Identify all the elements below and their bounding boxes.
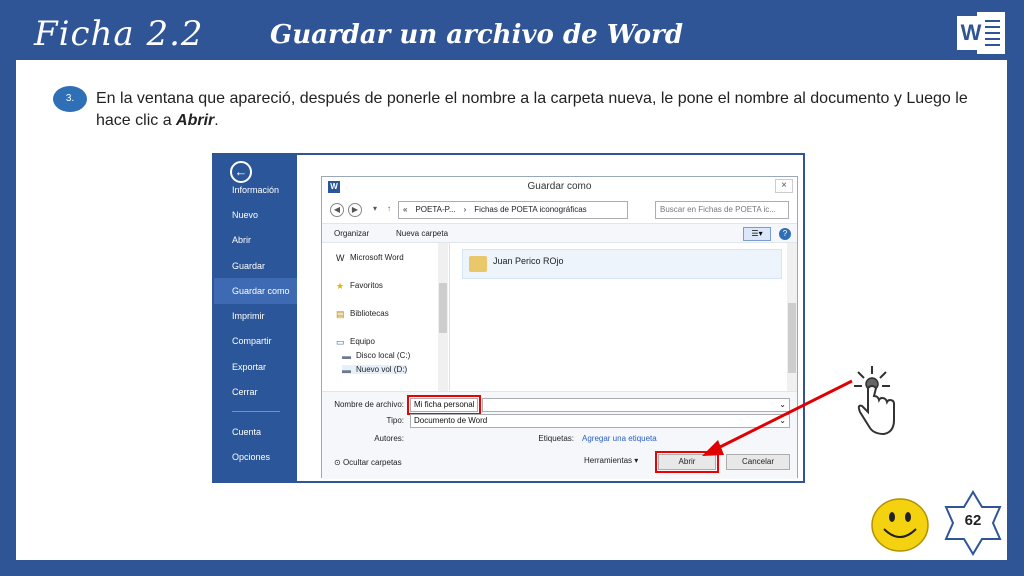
backstage-item-cuenta[interactable]: Cuenta	[214, 419, 297, 445]
dialog-title: Guardar como	[527, 181, 592, 192]
tree-item-equipo[interactable]: ▭ Equipo	[336, 337, 375, 347]
type-value: Documento de Word	[414, 416, 488, 425]
tags-label: Etiquetas:	[538, 434, 574, 443]
type-label: Tipo:	[386, 416, 405, 425]
navigation-pane: W Microsoft Word ★ Favoritos ▤ Bibliotecas …	[322, 243, 450, 391]
page-number: 62	[964, 512, 982, 529]
tree-label: Disco local (C:)	[356, 351, 411, 360]
backstage-item-compartir[interactable]: Compartir	[214, 328, 297, 354]
backstage-item-opciones[interactable]: Opciones	[214, 444, 297, 470]
backstage-item-guardar[interactable]: Guardar	[214, 253, 297, 279]
cancel-button[interactable]: Cancelar	[726, 454, 790, 470]
type-select[interactable]: Documento de Word ⌄	[410, 414, 790, 428]
tree-item-bibliotecas[interactable]: ▤ Bibliotecas	[336, 309, 389, 319]
tree-label: Microsoft Word	[350, 253, 404, 262]
chevron-down-icon: ▾	[632, 456, 639, 465]
backstage-item-guardar-como[interactable]: Guardar como	[214, 278, 297, 304]
tree-label: Favoritos	[350, 281, 383, 290]
tree-item-microsoft-word[interactable]: W Microsoft Word	[336, 253, 404, 263]
word-logo-letter: W	[957, 16, 985, 50]
address-part-1[interactable]: POETA-P...	[415, 205, 455, 214]
hand-pointer-icon	[854, 366, 895, 436]
computer-icon: ▭	[336, 337, 345, 347]
address-separator: ›	[463, 205, 467, 214]
filename-label: Nombre de archivo:	[334, 400, 404, 409]
tree-item-favoritos[interactable]: ★ Favoritos	[336, 281, 383, 291]
dialog-toolbar: Organizar Nueva carpeta ☰▾ ?	[322, 223, 797, 243]
folder-icon	[469, 256, 487, 272]
library-icon: ▤	[336, 309, 345, 319]
star-icon: ★	[336, 281, 345, 291]
backstage-item-imprimir[interactable]: Imprimir	[214, 303, 297, 329]
tools-label: Herramientas	[584, 456, 633, 465]
instruction-emphasis: Abrir	[176, 112, 215, 129]
save-form: Nombre de archivo: Mi ficha personal ⌄ T…	[322, 391, 797, 479]
search-input[interactable]: Buscar en Fichas de POETA ic...	[655, 201, 789, 219]
open-button[interactable]: Abrir	[655, 451, 719, 473]
hide-folders-label: Ocultar carpetas	[342, 458, 402, 467]
organize-button[interactable]: Organizar	[334, 224, 369, 244]
word-small-icon: W	[336, 253, 345, 263]
file-list-scroll-thumb[interactable]	[788, 303, 796, 373]
instruction-text-after: .	[214, 112, 219, 129]
collapse-icon: ⊙	[334, 458, 343, 467]
drive-icon: ▬	[342, 351, 351, 361]
list-item[interactable]: Juan Perico ROjo	[462, 249, 782, 279]
backstage-item-informacion[interactable]: Información	[214, 177, 297, 203]
save-as-dialog: W Guardar como × ◀ ▶ ▾ ↑ « POETA-P... › Fic…	[321, 176, 798, 479]
back-icon[interactable]: ◀	[330, 203, 344, 217]
recent-dropdown-icon[interactable]: ▾	[368, 203, 382, 217]
step-number-badge: 3.	[53, 86, 87, 112]
view-options-icon[interactable]: ☰▾	[743, 227, 771, 241]
help-icon[interactable]: ?	[779, 228, 791, 240]
file-list: Juan Perico ROjo	[452, 243, 797, 391]
chevron-down-icon: ⌄	[779, 416, 786, 425]
instruction-text-before: En la ventana que apareció, después de p…	[96, 90, 968, 129]
up-arrow-icon[interactable]: ↑	[382, 203, 396, 217]
slide-content: 3. En la ventana que apareció, después d…	[16, 60, 1007, 560]
backstage-sidebar: ← Información Nuevo Abrir Guardar Guarda…	[214, 155, 297, 481]
tree-scroll-thumb[interactable]	[439, 283, 447, 333]
backstage-item-nuevo[interactable]: Nuevo	[214, 202, 297, 228]
tree-label: Nuevo vol (D:)	[356, 365, 408, 374]
navigation-bar: ◀ ▶ ▾ ↑ « POETA-P... › Fichas de POETA icon…	[330, 201, 790, 219]
word-screenshot: ← Información Nuevo Abrir Guardar Guarda…	[212, 153, 805, 483]
instruction-text: En la ventana que apareció, después de p…	[96, 88, 996, 132]
address-prefix: «	[403, 205, 408, 214]
word-logo-icon: W	[957, 12, 1005, 54]
page-title: Guardar un archivo de Word	[270, 20, 684, 50]
backstage-item-exportar[interactable]: Exportar	[214, 354, 297, 380]
drive-icon: ▬	[342, 365, 351, 375]
tree-item-disco-local[interactable]: ▬ Disco local (C:)	[342, 351, 411, 361]
address-part-2[interactable]: Fichas de POETA iconográficas	[474, 205, 586, 214]
chevron-down-icon: ⌄	[779, 400, 786, 409]
new-folder-button[interactable]: Nueva carpeta	[396, 224, 448, 244]
tree-label: Equipo	[350, 337, 375, 346]
tree-scrollbar[interactable]	[438, 243, 448, 391]
forward-icon[interactable]: ▶	[348, 203, 362, 217]
backstage-item-cerrar[interactable]: Cerrar	[214, 379, 297, 405]
address-bar[interactable]: « POETA-P... › Fichas de POETA iconográfica…	[398, 201, 628, 219]
backstage-item-abrir[interactable]: Abrir	[214, 227, 297, 253]
authors-label: Autores:	[374, 434, 404, 443]
backstage-divider	[232, 411, 280, 412]
tools-button[interactable]: Herramientas ▾	[584, 456, 638, 465]
tree-label: Bibliotecas	[350, 309, 389, 318]
ficha-label: Ficha 2.2	[34, 14, 204, 54]
close-icon[interactable]: ×	[775, 179, 793, 193]
smiley-face-icon	[871, 498, 929, 552]
folder-name: Juan Perico ROjo	[493, 256, 564, 266]
file-list-scrollbar[interactable]	[787, 243, 797, 391]
add-tag-link[interactable]: Agregar una etiqueta	[582, 434, 657, 443]
filename-dropdown[interactable]: ⌄	[482, 398, 790, 412]
hide-folders-button[interactable]: ⊙ Ocultar carpetas	[334, 458, 402, 467]
filename-input[interactable]: Mi ficha personal	[407, 395, 481, 415]
tree-item-nuevo-vol[interactable]: ▬ Nuevo vol (D:)	[342, 365, 408, 375]
